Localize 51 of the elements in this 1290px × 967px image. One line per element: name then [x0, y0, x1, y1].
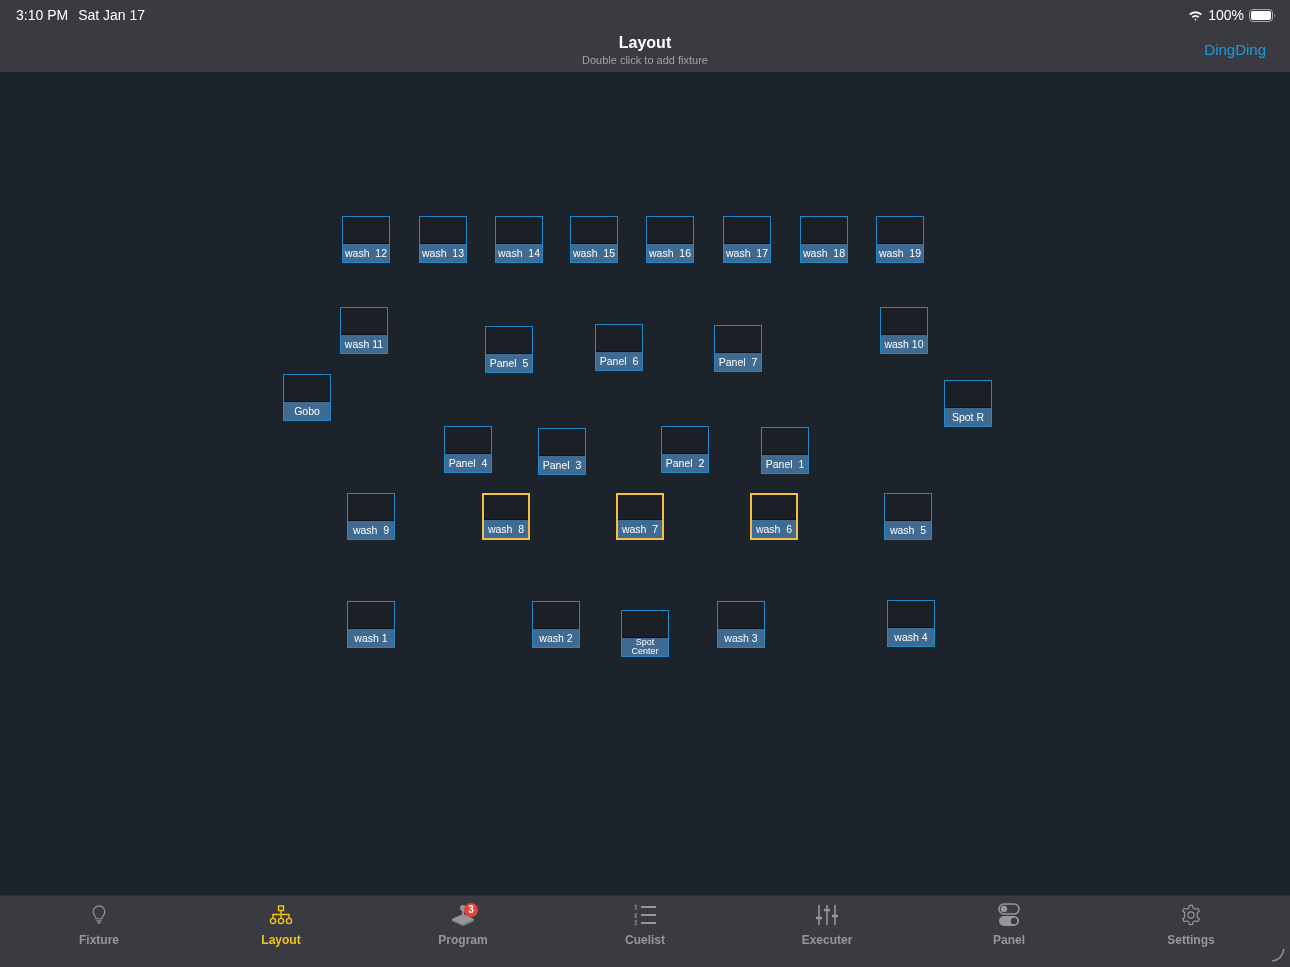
fixture-tile[interactable]: wash 14 [495, 216, 543, 263]
fixture-tile[interactable]: Spot Center [621, 610, 669, 657]
fixture-tile[interactable]: Panel 3 [538, 428, 586, 475]
tab-button[interactable]: Fixture [8, 896, 190, 967]
fixture-tile[interactable]: wash 11 [340, 307, 388, 354]
fixture-tile[interactable]: wash 6 [750, 493, 798, 540]
fixture-tile[interactable]: wash 19 [876, 216, 924, 263]
numbered-list-icon [633, 904, 657, 926]
toggles-icon [998, 903, 1020, 927]
tab-button[interactable]: 3 Program [372, 896, 554, 967]
fixture-tile[interactable]: wash 5 [884, 493, 932, 540]
tab-button[interactable]: Layout [190, 896, 372, 967]
fixture-tile[interactable]: wash 17 [723, 216, 771, 263]
settings-icon [1180, 904, 1202, 926]
fixture-tile[interactable]: Panel 4 [444, 426, 492, 473]
fixture-tile[interactable]: wash 3 [717, 601, 765, 648]
fixture-tile[interactable]: wash 12 [342, 216, 390, 263]
nav-title: Layout [618, 33, 672, 53]
fixture-tile[interactable]: wash 4 [887, 600, 935, 647]
header-link[interactable]: DingDing [1204, 41, 1266, 59]
wifi-icon [1188, 9, 1204, 21]
tab-button[interactable]: Settings [1100, 896, 1282, 967]
fixture-tile[interactable]: wash 9 [347, 493, 395, 540]
status-time: 3:10 PM [16, 7, 69, 23]
fixture-tile[interactable]: wash 16 [646, 216, 694, 263]
fixture-tile[interactable]: Panel 6 [595, 324, 643, 371]
fixture-tile[interactable]: wash 15 [570, 216, 618, 263]
battery-percent: 100% [1208, 7, 1244, 23]
fixture-tile[interactable]: Spot R [944, 380, 992, 427]
tab-button[interactable]: Executer [736, 896, 918, 967]
fixture-tile[interactable]: wash 2 [532, 601, 580, 648]
fixture-tile[interactable]: Panel 7 [714, 325, 762, 372]
fixture-tile[interactable]: wash 8 [482, 493, 530, 540]
fixture-tile[interactable]: wash 7 [616, 493, 664, 540]
status-date: Sat Jan 17 [78, 7, 146, 23]
fixture-tile[interactable]: Panel 1 [761, 427, 809, 474]
sliders-icon [815, 903, 839, 927]
notification-badge: 3 [464, 903, 478, 917]
fixture-tile[interactable]: wash 1 [347, 601, 395, 648]
fixture-tile[interactable]: wash 10 [880, 307, 928, 354]
nav-subtitle: Double click to add fixture [582, 53, 708, 67]
fixture-tile[interactable]: Panel 2 [661, 426, 709, 473]
fixture-tile[interactable]: wash 18 [800, 216, 848, 263]
battery-icon [1249, 8, 1276, 22]
fixture-tile[interactable]: wash 13 [419, 216, 467, 263]
fixture-tile[interactable]: Panel 5 [485, 326, 533, 373]
curve-icon [1271, 948, 1285, 962]
tab-button[interactable]: Panel [918, 896, 1100, 967]
tab-button[interactable]: Cuelist [554, 896, 736, 967]
fixture-tile[interactable]: Gobo [283, 374, 331, 421]
network-icon [269, 905, 293, 925]
